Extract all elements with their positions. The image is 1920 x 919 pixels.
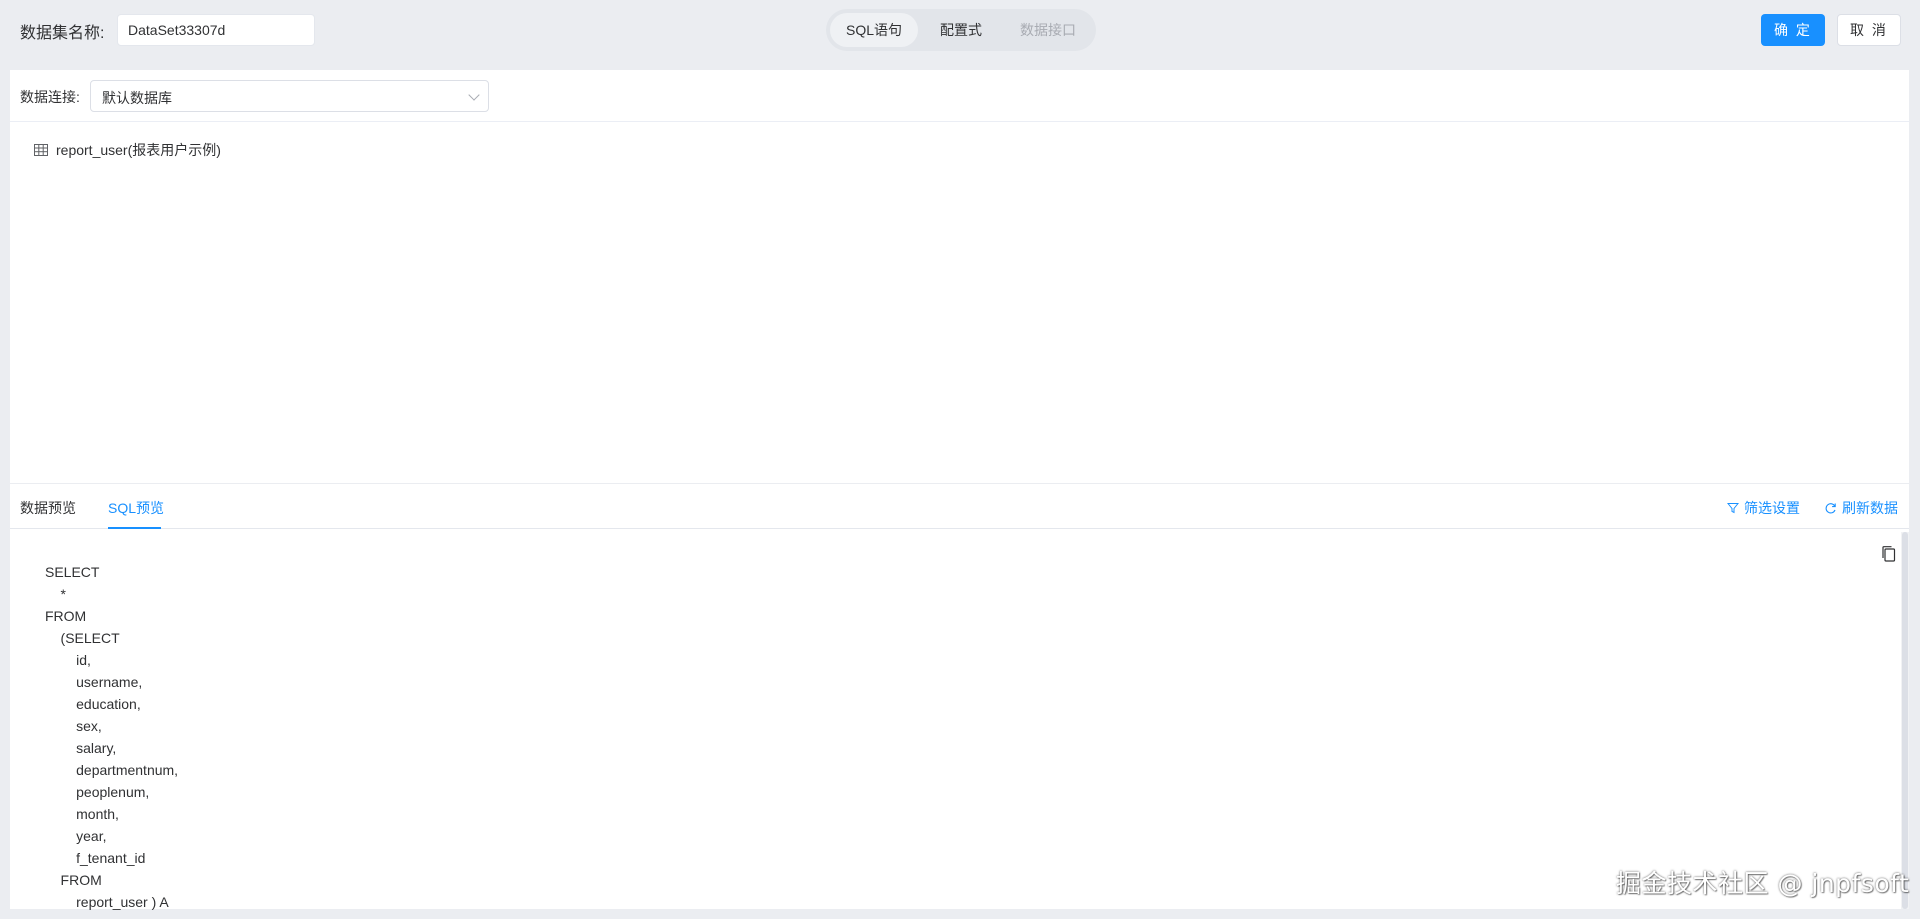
sql-line: SELECT [45, 564, 100, 580]
sql-line: year, [45, 828, 107, 844]
sql-line: FROM [45, 872, 102, 888]
vertical-scrollbar[interactable] [1901, 532, 1909, 909]
segment-data-api[interactable]: 数据接口 [1004, 13, 1092, 47]
segment-sql[interactable]: SQL语句 [830, 13, 918, 47]
tab-sql-preview[interactable]: SQL预览 [108, 498, 164, 518]
table-icon [34, 143, 48, 157]
cancel-button[interactable]: 取 消 [1837, 14, 1901, 46]
filter-settings-label: 筛选设置 [1744, 500, 1800, 516]
refresh-icon [1825, 502, 1836, 513]
filter-settings-button[interactable]: 筛选设置 [1727, 498, 1800, 518]
sql-line: * [45, 586, 67, 602]
chevron-down-icon [468, 89, 480, 101]
dataset-name-input[interactable] [117, 14, 315, 46]
connection-value: 默认数据库 [102, 90, 172, 106]
copy-icon[interactable] [1879, 544, 1899, 564]
mode-segmented-control: SQL语句 配置式 数据接口 [826, 9, 1096, 51]
tree-item-label: report_user(报表用户示例) [56, 142, 221, 158]
active-tab-indicator [108, 527, 161, 529]
tab-data-preview[interactable]: 数据预览 [20, 498, 76, 518]
header: 数据集名称: SQL语句 配置式 数据接口 确 定 取 消 [0, 0, 1920, 60]
connection-label: 数据连接: [20, 89, 80, 105]
sql-line: salary, [45, 740, 117, 756]
sql-line: FROM [45, 608, 87, 624]
tree-item-report-user[interactable]: report_user(报表用户示例) [34, 140, 221, 160]
watermark: 掘金技术社区 @ jnpfsoft [1616, 869, 1910, 898]
sql-line: sex, [45, 718, 102, 734]
sql-code-block: SELECT * FROM (SELECT id, username, educ… [45, 561, 178, 913]
sql-line: month, [45, 806, 119, 822]
sql-line: education, [45, 696, 141, 712]
sql-line: (SELECT [45, 630, 120, 646]
dataset-name-label: 数据集名称: [20, 25, 105, 42]
sql-line: report_user ) A [45, 894, 169, 910]
segment-config[interactable]: 配置式 [918, 13, 1004, 47]
connection-row: 数据连接: 默认数据库 [10, 70, 1909, 122]
sql-line: username, [45, 674, 143, 690]
config-panel: 数据连接: 默认数据库 report_user(报表用户示例) [10, 70, 1909, 483]
refresh-data-button[interactable]: 刷新数据 [1824, 498, 1898, 518]
sql-line: departmentnum, [45, 762, 179, 778]
refresh-data-label: 刷新数据 [1842, 500, 1898, 516]
preview-tabs: 数据预览 SQL预览 筛选设置 刷新数据 [10, 484, 1909, 529]
sql-line: id, [45, 652, 91, 668]
sql-line: f_tenant_id [45, 850, 146, 866]
confirm-button[interactable]: 确 定 [1761, 14, 1825, 46]
connection-select[interactable]: 默认数据库 [90, 80, 489, 112]
filter-icon [1727, 503, 1739, 514]
preview-panel: 数据预览 SQL预览 筛选设置 刷新数据 SELECT * FROM (SELE… [10, 484, 1909, 910]
scrollbar-thumb[interactable] [1902, 532, 1908, 909]
sql-line: peoplenum, [45, 784, 150, 800]
